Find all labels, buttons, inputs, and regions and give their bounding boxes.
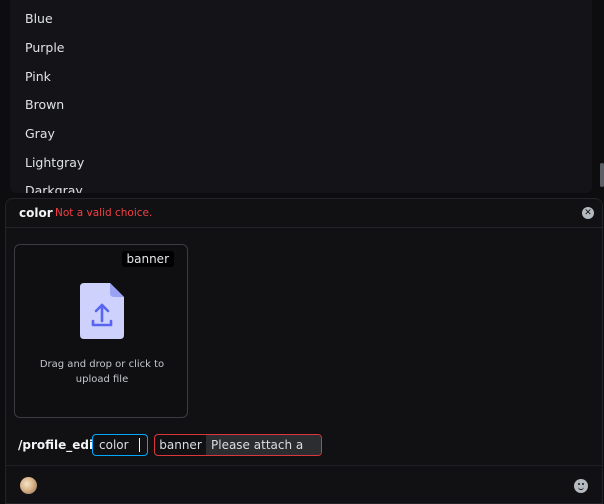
slash-command-name: /profile_edit bbox=[18, 438, 99, 452]
avatar[interactable] bbox=[20, 477, 37, 494]
text-cursor bbox=[139, 438, 140, 452]
option-name: color bbox=[19, 206, 53, 220]
divider bbox=[6, 465, 602, 466]
emoji-icon[interactable] bbox=[574, 479, 588, 493]
dropdown-item-blue[interactable]: Blue bbox=[25, 11, 53, 27]
upload-option-tag: banner bbox=[121, 251, 174, 267]
option-banner-value: Please attach a file bbox=[206, 435, 321, 455]
upload-hint-text: Drag and drop or click to upload file bbox=[39, 359, 165, 385]
command-option-color[interactable]: color bbox=[92, 434, 148, 456]
dropdown-item-pink[interactable]: Pink bbox=[25, 69, 51, 85]
autocomplete-dropdown: Blue Purple Pink Brown Gray Lightgray Da… bbox=[10, 0, 592, 193]
option-color-label: color bbox=[99, 438, 129, 452]
close-icon[interactable]: ✕ bbox=[582, 207, 594, 219]
command-panel: color Not a valid choice. ✕ banner Drag … bbox=[5, 198, 603, 504]
file-upload-dropzone[interactable]: banner Drag and drop or click to upload … bbox=[14, 244, 188, 418]
dropdown-item-brown[interactable]: Brown bbox=[25, 97, 64, 113]
dropdown-item-darkgray[interactable]: Darkgray bbox=[25, 183, 83, 193]
panel-header: color Not a valid choice. ✕ bbox=[6, 199, 602, 228]
option-error-message: Not a valid choice. bbox=[55, 207, 153, 219]
option-banner-label: banner bbox=[159, 438, 202, 452]
command-option-banner[interactable]: banner Please attach a file bbox=[154, 434, 322, 456]
dropdown-item-purple[interactable]: Purple bbox=[25, 40, 64, 56]
dropdown-item-lightgray[interactable]: Lightgray bbox=[25, 155, 84, 171]
file-upload-icon bbox=[80, 283, 124, 339]
app-root: Blue Purple Pink Brown Gray Lightgray Da… bbox=[0, 0, 604, 504]
chat-scrollbar[interactable] bbox=[600, 163, 604, 187]
dropdown-item-gray[interactable]: Gray bbox=[25, 126, 55, 142]
